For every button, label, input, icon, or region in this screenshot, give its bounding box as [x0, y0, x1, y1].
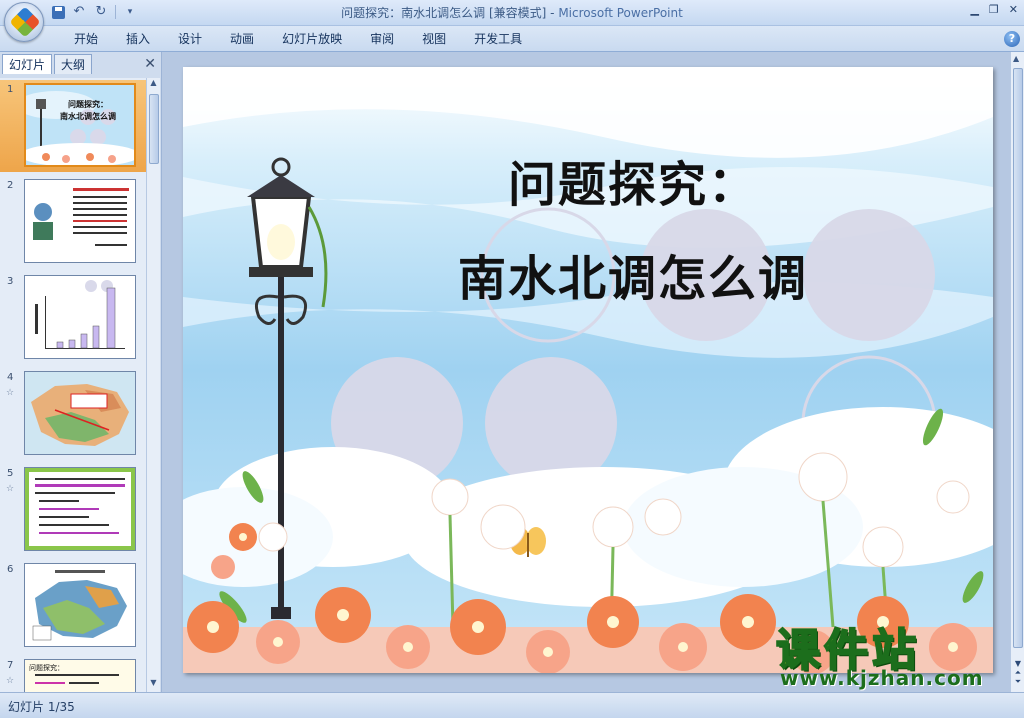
- slide-1-preview-art: 问题探究： 南水北调怎么调: [26, 85, 134, 165]
- slide-thumbnails: 1 问题探究： 南水北调怎么调 2 3 4 ☆ 5 ☆ 6 7 ☆ 问题探究：: [0, 78, 146, 692]
- slide-number: 3: [7, 276, 14, 287]
- slide-number: 7: [7, 660, 14, 671]
- slide-preview: [24, 275, 136, 359]
- app-name: Microsoft PowerPoint: [558, 6, 683, 20]
- document-title: 问题探究：南水北调怎么调 [兼容模式] -: [341, 6, 559, 20]
- next-slide-icon[interactable]: ⏷: [1012, 677, 1024, 686]
- slide-preview: 问题探究：: [24, 659, 136, 692]
- tab-slides[interactable]: 幻灯片: [2, 54, 53, 74]
- slide-preview: 问题探究： 南水北调怎么调: [24, 83, 136, 167]
- ribbon-tabs: 开始 插入 设计 动画 幻灯片放映 审阅 视图 开发工具: [60, 31, 536, 47]
- animation-icon: ☆: [6, 388, 15, 398]
- scroll-up-icon[interactable]: ▲: [1013, 54, 1019, 63]
- title-bar: ↶ ↻ ▾ 问题探究：南水北调怎么调 [兼容模式] - Microsoft Po…: [0, 0, 1024, 26]
- animation-icon: ☆: [6, 676, 15, 686]
- previous-slide-icon[interactable]: ⏶: [1012, 668, 1024, 677]
- slide-preview: [24, 371, 136, 455]
- tab-animations[interactable]: 动画: [216, 31, 268, 47]
- thumbnails-scrollbar[interactable]: ▲ ▼: [146, 78, 160, 692]
- slide-nav: ▼ ⏶ ⏷: [1012, 659, 1024, 686]
- scroll-down-icon[interactable]: ▼: [1012, 659, 1024, 668]
- tab-view[interactable]: 视图: [408, 31, 460, 47]
- office-button[interactable]: [4, 2, 44, 42]
- watermark-logo: 课件站 www.kjzhan.com: [770, 610, 1010, 690]
- slide-thumb-4[interactable]: 4 ☆: [0, 368, 146, 460]
- window-title: 问题探究：南水北调怎么调 [兼容模式] - Microsoft PowerPoi…: [0, 4, 1024, 21]
- slide-thumb-3[interactable]: 3: [0, 272, 146, 364]
- animation-icon: ☆: [6, 484, 15, 494]
- slide-thumb-2[interactable]: 2: [0, 176, 146, 268]
- tab-developer[interactable]: 开发工具: [460, 31, 536, 47]
- slide-number: 2: [7, 180, 14, 191]
- slide-thumb-1[interactable]: 1 问题探究： 南水北调怎么调: [0, 80, 146, 172]
- tab-home[interactable]: 开始: [60, 31, 112, 47]
- minimize-icon[interactable]: ▁: [970, 3, 978, 16]
- slide-5-preview-art: [25, 468, 135, 550]
- watermark-url: www.kjzhan.com: [780, 666, 984, 690]
- slides-pane: 幻灯片 大纲 ✕ 1 问题探究： 南水北调怎么调 2 3 4 ☆ 5 ☆ 6 7…: [0, 52, 162, 692]
- tab-review[interactable]: 审阅: [356, 31, 408, 47]
- slide-thumb-5[interactable]: 5 ☆: [0, 464, 146, 556]
- tab-insert[interactable]: 插入: [112, 31, 164, 47]
- window-controls: ▁ ❐ ✕: [970, 3, 1018, 16]
- ribbon: 开始 插入 设计 动画 幻灯片放映 审阅 视图 开发工具 ?: [0, 26, 1024, 52]
- slide-thumb-7[interactable]: 7 ☆ 问题探究：: [0, 656, 146, 692]
- close-icon[interactable]: ✕: [1009, 3, 1018, 16]
- pane-tabs: 幻灯片 大纲 ✕: [2, 54, 160, 74]
- tab-design[interactable]: 设计: [164, 31, 216, 47]
- slide-6-preview-art: [25, 564, 135, 646]
- scrollbar-thumb[interactable]: [1013, 68, 1023, 648]
- scroll-down-icon[interactable]: ▼: [147, 678, 160, 692]
- thumb-subtitle: 南水北调怎么调: [60, 111, 116, 121]
- slide-counter: 幻灯片 1/35: [8, 700, 75, 714]
- scrollbar-thumb[interactable]: [149, 94, 159, 164]
- slide-number: 5: [7, 468, 14, 479]
- slide-2-preview-art: [25, 180, 135, 262]
- slide-preview: [24, 563, 136, 647]
- tab-slideshow[interactable]: 幻灯片放映: [268, 31, 356, 47]
- slide-3-preview-art: [25, 276, 135, 358]
- close-pane-icon[interactable]: ✕: [144, 56, 156, 72]
- slide-4-preview-art: [25, 372, 135, 454]
- slide-number: 1: [7, 84, 14, 95]
- slide-number: 4: [7, 372, 14, 383]
- slide-title[interactable]: 问题探究：: [483, 145, 783, 215]
- scroll-up-icon[interactable]: ▲: [147, 78, 160, 92]
- slide-thumb-6[interactable]: 6: [0, 560, 146, 652]
- slide-7-preview-art: 问题探究：: [25, 660, 135, 692]
- status-bar: 幻灯片 1/35: [0, 692, 1024, 718]
- thumb-title: 问题探究：: [68, 99, 108, 109]
- help-icon[interactable]: ?: [1004, 31, 1020, 47]
- slide-subtitle[interactable]: 南水北调怎么调: [373, 239, 893, 309]
- slide-preview: [24, 467, 136, 551]
- thumb-title: 问题探究：: [29, 663, 64, 672]
- slide-preview: [24, 179, 136, 263]
- restore-icon[interactable]: ❐: [989, 3, 999, 16]
- slide-number: 6: [7, 564, 14, 575]
- tab-outline[interactable]: 大纲: [54, 54, 93, 74]
- editor-scrollbar[interactable]: ▲ ▼ ⏶ ⏷: [1010, 52, 1024, 692]
- current-slide[interactable]: 问题探究： 南水北调怎么调: [183, 67, 993, 673]
- office-logo-icon: [9, 6, 41, 38]
